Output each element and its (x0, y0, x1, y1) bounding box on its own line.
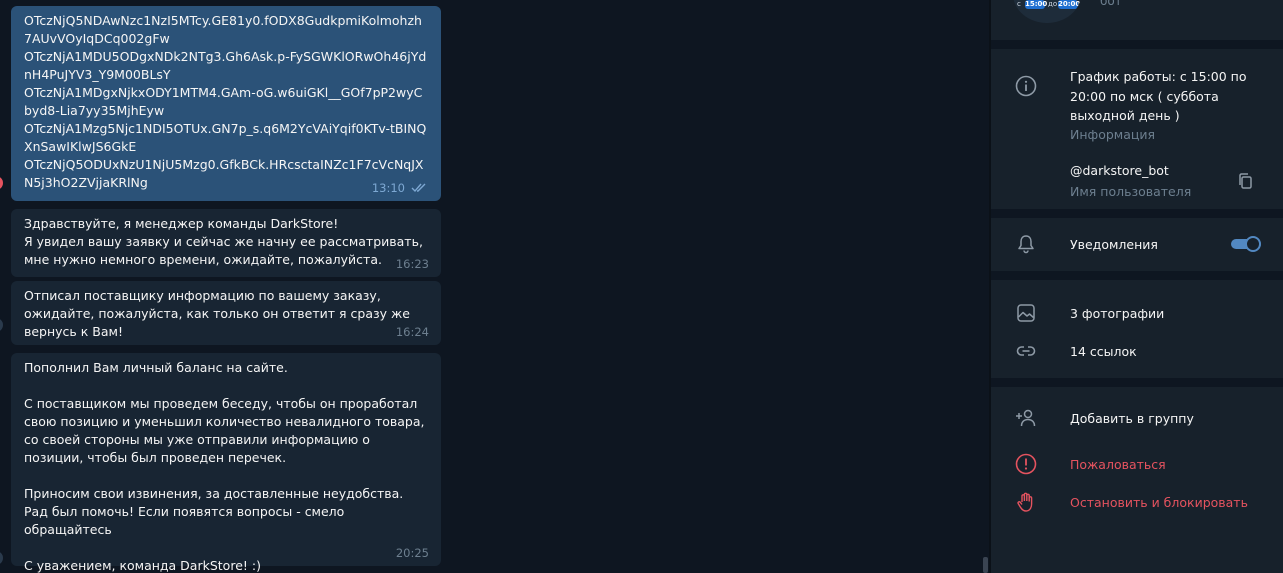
message-incoming[interactable]: Отписал поставщику информацию по вашему … (11, 281, 441, 345)
photo-icon (1017, 304, 1035, 322)
sender-avatar-edge[interactable] (0, 551, 3, 565)
block-button[interactable]: Остановить и блокировать (1070, 493, 1248, 513)
section-separator (991, 378, 1283, 387)
info-circle-icon (1015, 75, 1037, 97)
sender-avatar-edge[interactable] (0, 318, 3, 332)
profile-panel: с 15:00 до 20:00 бот График работы: с 15… (991, 0, 1283, 573)
sender-avatar-edge[interactable] (0, 176, 3, 190)
message-text: Здравствуйте, я менеджер команды DarkSto… (24, 216, 423, 267)
avatar-badge-end: 20:00 (1058, 0, 1081, 9)
section-separator (991, 271, 1283, 280)
message-incoming[interactable]: Пополнил Вам личный баланс на сайте. С п… (11, 353, 441, 573)
message-meta: 13:10 (372, 179, 429, 197)
message-outgoing[interactable]: OTczNjQ5NDAwNzc1NzI5MTcy.GE81y0.fODX8Gud… (11, 6, 441, 201)
avatar-text-to: до (1048, 0, 1058, 8)
notifications-toggle[interactable] (1231, 236, 1261, 252)
profile-avatar[interactable]: с 15:00 до 20:00 (1013, 0, 1081, 23)
avatar-text-from: с (1017, 0, 1021, 8)
message-meta: 16:24 (396, 323, 429, 341)
message-meta: 20:25 (396, 544, 429, 562)
message-time: 20:25 (395, 546, 429, 560)
report-button[interactable]: Пожаловаться (1070, 455, 1166, 475)
message-text: Пополнил Вам личный баланс на сайте. С п… (24, 360, 425, 573)
username-label: Имя пользователя (1070, 184, 1192, 199)
username-value[interactable]: @darkstore_bot (1070, 161, 1169, 181)
double-check-icon (411, 183, 426, 193)
chat-area: OTczNjQ5NDAwNzc1NzI5MTcy.GE81y0.fODX8Gud… (0, 0, 983, 573)
info-text: График работы: с 15:00 по 20:00 по мск (… (1070, 69, 1247, 123)
links-count[interactable]: 14 ссылок (1070, 342, 1137, 362)
info-label: Информация (1070, 127, 1156, 142)
avatar-badge-start: 15:00 (1025, 0, 1048, 9)
message-text: Отписал поставщику информацию по вашему … (24, 288, 410, 339)
message-text: OTczNjQ5NDAwNzc1NzI5MTcy.GE81y0.fODX8Gud… (24, 13, 427, 190)
toggle-knob (1245, 236, 1261, 252)
bell-icon (1018, 235, 1034, 254)
message-time: 16:24 (395, 325, 429, 339)
link-icon (1016, 346, 1036, 356)
hand-stop-icon (1017, 492, 1033, 512)
section-separator (991, 40, 1283, 49)
message-incoming[interactable]: Здравствуйте, я менеджер команды DarkSto… (11, 209, 441, 277)
copy-icon[interactable] (1237, 172, 1253, 190)
add-to-group-button[interactable]: Добавить в группу (1070, 409, 1194, 429)
message-time: 16:23 (395, 257, 429, 271)
message-time: 13:10 (371, 181, 405, 195)
photos-count[interactable]: 3 фотографии (1070, 304, 1164, 324)
warning-circle-icon (1015, 453, 1037, 475)
section-separator (991, 209, 1283, 218)
profile-status: бот (1100, 0, 1122, 8)
add-user-icon (1016, 409, 1036, 427)
message-meta: 16:23 (396, 255, 429, 273)
notifications-label: Уведомления (1070, 237, 1158, 252)
scrollbar-thumb[interactable] (983, 557, 988, 573)
